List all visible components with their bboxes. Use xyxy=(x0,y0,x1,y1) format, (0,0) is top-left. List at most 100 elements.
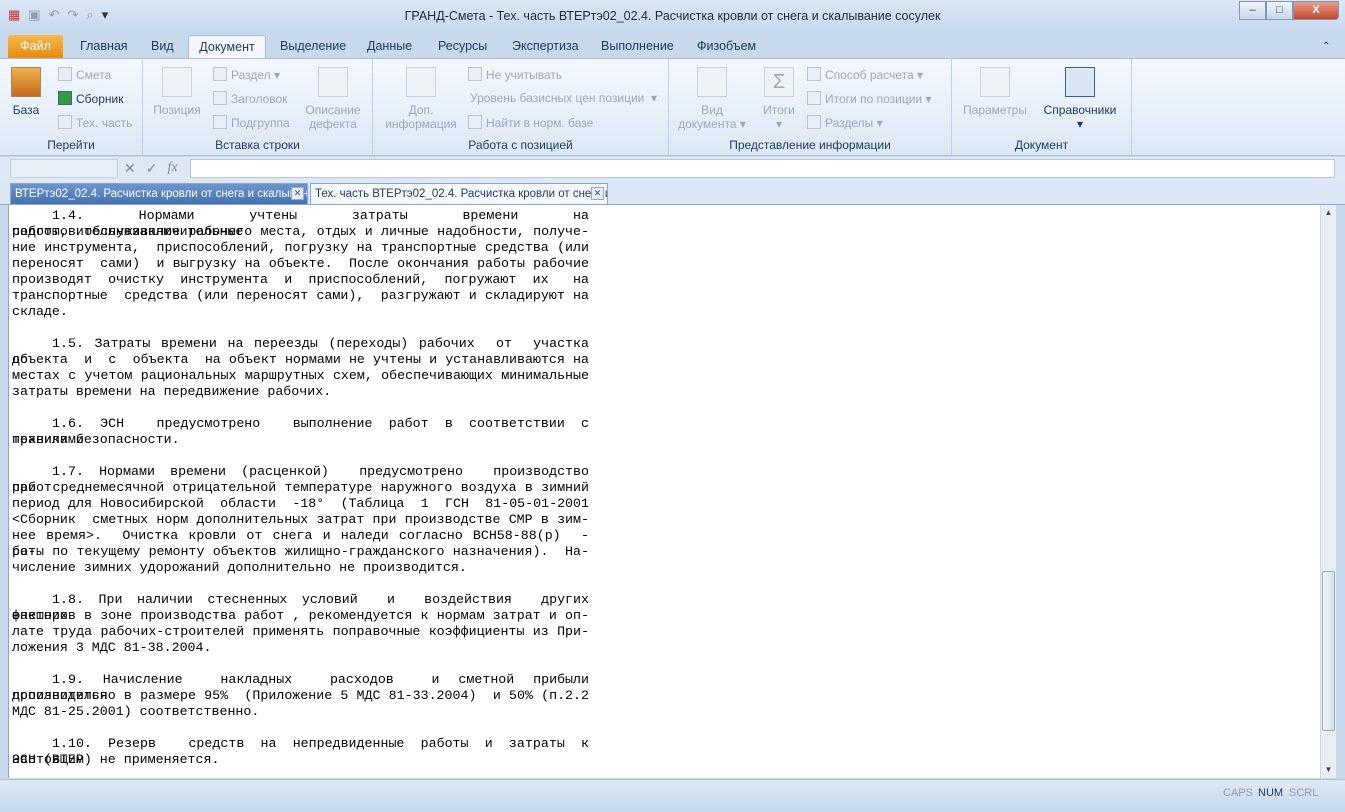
maximize-button[interactable]: □ xyxy=(1266,1,1293,20)
text-line: 1.5. Затраты времени на переезды (перехо… xyxy=(12,336,605,367)
group-label: Документ xyxy=(1014,138,1069,152)
ignore-button[interactable]: Не учитывать xyxy=(468,67,562,82)
tab-execution[interactable]: Выполнение xyxy=(597,35,678,58)
tab-document[interactable]: Документ xyxy=(188,35,266,58)
text-line: транспортные средства (или переносят сам… xyxy=(12,288,589,303)
sections-icon xyxy=(807,115,821,129)
position-button[interactable]: Позиция xyxy=(149,67,205,117)
references-label: Справочники xyxy=(1043,103,1117,117)
extra-info-button[interactable]: Доп. информация xyxy=(381,67,461,131)
find-in-base-button[interactable]: Найти в норм. базе xyxy=(468,115,593,130)
sigma-icon: Σ xyxy=(764,67,794,97)
defect-description-button[interactable]: Описание дефекта xyxy=(303,67,363,131)
vertical-scrollbar[interactable]: ▲ ▼ xyxy=(1320,205,1336,778)
doc-tab-label: ВТЕРтэ02_02.4. Расчистка кровли от снега… xyxy=(15,188,308,200)
group-label: Перейти xyxy=(47,138,95,152)
text-line: числение зимних удорожаний дополнительно… xyxy=(12,560,467,575)
vid-label-2: документа xyxy=(678,117,737,131)
paragraph: 1.7. Нормами времени (расценкой) предусм… xyxy=(12,464,589,576)
doc-tab-estimate[interactable]: ВТЕРтэ02_02.4. Расчистка кровли от снега… xyxy=(10,183,308,204)
text-line: дополнительно в размере 95% (Приложение … xyxy=(12,688,589,703)
razdel-button[interactable]: Раздел ▾ xyxy=(213,67,280,82)
ignore-icon xyxy=(468,67,482,81)
book-icon xyxy=(1065,67,1095,97)
add-position-icon xyxy=(162,67,192,97)
sbornik-button[interactable]: Сборник xyxy=(58,91,123,106)
baza-button[interactable]: База xyxy=(8,67,44,117)
group-position-work: Доп. информация Не учитывать Уровень бази… xyxy=(373,59,669,155)
cancel-icon[interactable]: ✕ xyxy=(124,160,136,177)
parameters-button[interactable]: Параметры xyxy=(960,67,1030,117)
function-icon[interactable]: fx xyxy=(167,160,177,177)
text-line: местах с учетом рациональных маршрутных … xyxy=(12,368,589,383)
scrl-indicator: SCRL xyxy=(1289,787,1319,799)
text-line: производят очистку инструмента и приспос… xyxy=(12,272,589,287)
sections-dropdown[interactable]: Разделы ▾ xyxy=(807,115,883,130)
params-label: Параметры xyxy=(963,103,1027,117)
razdel-label: Раздел xyxy=(231,68,271,82)
name-box[interactable] xyxy=(10,159,118,178)
text-line: 1.9. Начисление накладных расходов и сме… xyxy=(12,672,597,703)
document-content: 1.4. Нормами учтены затраты времени на п… xyxy=(8,205,1336,778)
formula-input[interactable] xyxy=(190,159,1335,178)
group-document: Параметры Справочники ▾ Документ xyxy=(952,59,1132,155)
zagolovok-label: Заголовок xyxy=(231,92,288,106)
close-tab-icon[interactable]: ✕ xyxy=(591,187,604,200)
text-line: ние инструмента, приспособлений, погрузк… xyxy=(12,240,589,255)
text-line: складе. xyxy=(12,304,68,319)
scrollbar-thumb[interactable] xyxy=(1322,571,1335,731)
tab-file[interactable]: Файл xyxy=(8,35,63,58)
tech-label: Тех. часть xyxy=(76,116,133,130)
close-button[interactable]: X xyxy=(1293,1,1339,20)
tab-home[interactable]: Главная xyxy=(76,35,132,58)
document-view-button[interactable]: Вид документа ▾ xyxy=(675,67,749,131)
text-line: 1.6. ЭСН предусмотрено выполнение работ … xyxy=(12,416,597,447)
scroll-up-icon[interactable]: ▲ xyxy=(1321,205,1336,221)
close-tab-icon[interactable]: ✕ xyxy=(291,187,304,200)
tab-data[interactable]: Данные xyxy=(363,35,416,58)
text-line: работы, обслуживание рабочего места, отд… xyxy=(12,224,589,239)
podgruppa-label: Подгруппа xyxy=(231,116,290,130)
calc-method-dropdown[interactable]: Способ расчета ▾ xyxy=(807,67,923,82)
position-label: Позиция xyxy=(153,103,201,117)
minimize-button[interactable]: – xyxy=(1239,1,1266,20)
text-line: объекта и с объекта на объект нормами не… xyxy=(12,352,589,367)
tab-physvolume[interactable]: Физобъем xyxy=(693,35,760,58)
find-label: Найти в норм. базе xyxy=(486,116,594,130)
text-line: ЭСН (ВТЕР) не применяется. xyxy=(12,752,220,767)
text-line: 1.10. Резерв средств на непредвиденные р… xyxy=(12,736,597,767)
text-line: МДС 81-25.2001) соответственно. xyxy=(12,704,260,719)
add-section-icon xyxy=(213,67,227,81)
smeta-button[interactable]: Смета xyxy=(58,67,111,82)
tab-resources[interactable]: Ресурсы xyxy=(434,35,491,58)
estimate-icon xyxy=(58,67,72,81)
tab-view[interactable]: Вид xyxy=(147,35,178,58)
confirm-icon[interactable]: ✓ xyxy=(146,160,158,177)
scroll-down-icon[interactable]: ▼ xyxy=(1321,762,1336,778)
ribbon: База Смета Сборник Тех. часть Перейти По… xyxy=(0,58,1345,156)
text-line: период для Новосибирской области -18° (Т… xyxy=(12,496,589,511)
opisanie-label-2: дефекта xyxy=(309,117,357,131)
opisanie-label-1: Описание xyxy=(305,103,361,117)
calc-icon xyxy=(807,67,821,81)
ignore-label: Не учитывать xyxy=(486,68,563,82)
paragraph: 1.6. ЭСН предусмотрено выполнение работ … xyxy=(12,416,589,448)
position-totals-dropdown[interactable]: Итоги по позиции ▾ xyxy=(807,91,931,106)
references-button[interactable]: Справочники ▾ xyxy=(1040,67,1120,131)
zagolovok-button[interactable]: Заголовок xyxy=(213,91,287,106)
caps-indicator: CAPS xyxy=(1223,787,1253,799)
tab-expertise[interactable]: Экспертиза xyxy=(508,35,583,58)
doc-tab-tech-part[interactable]: Тех. часть ВТЕРтэ02_02.4. Расчистка кров… xyxy=(310,183,608,204)
paragraph: 1.5. Затраты времени на переезды (перехо… xyxy=(12,336,589,400)
collapse-ribbon-icon[interactable]: ⌃ xyxy=(1318,35,1334,58)
paragraph: 1.9. Начисление накладных расходов и сме… xyxy=(12,672,589,720)
tech-part-text[interactable]: 1.4. Нормами учтены затраты времени на п… xyxy=(12,208,589,784)
price-level-dropdown[interactable]: Уровень базисных цен позиции ▾ xyxy=(470,91,657,105)
paragraph: 1.10. Резерв средств на непредвиденные р… xyxy=(12,736,589,768)
text-line: боты по текущему ремонту объектов жилищн… xyxy=(12,544,589,559)
podgruppa-button[interactable]: Подгруппа xyxy=(213,115,290,130)
totals-button[interactable]: Σ Итоги ▾ xyxy=(757,67,801,131)
tab-selection[interactable]: Выделение xyxy=(276,35,350,58)
num-indicator: NUM xyxy=(1258,787,1284,799)
tech-part-button[interactable]: Тех. часть xyxy=(58,115,132,130)
